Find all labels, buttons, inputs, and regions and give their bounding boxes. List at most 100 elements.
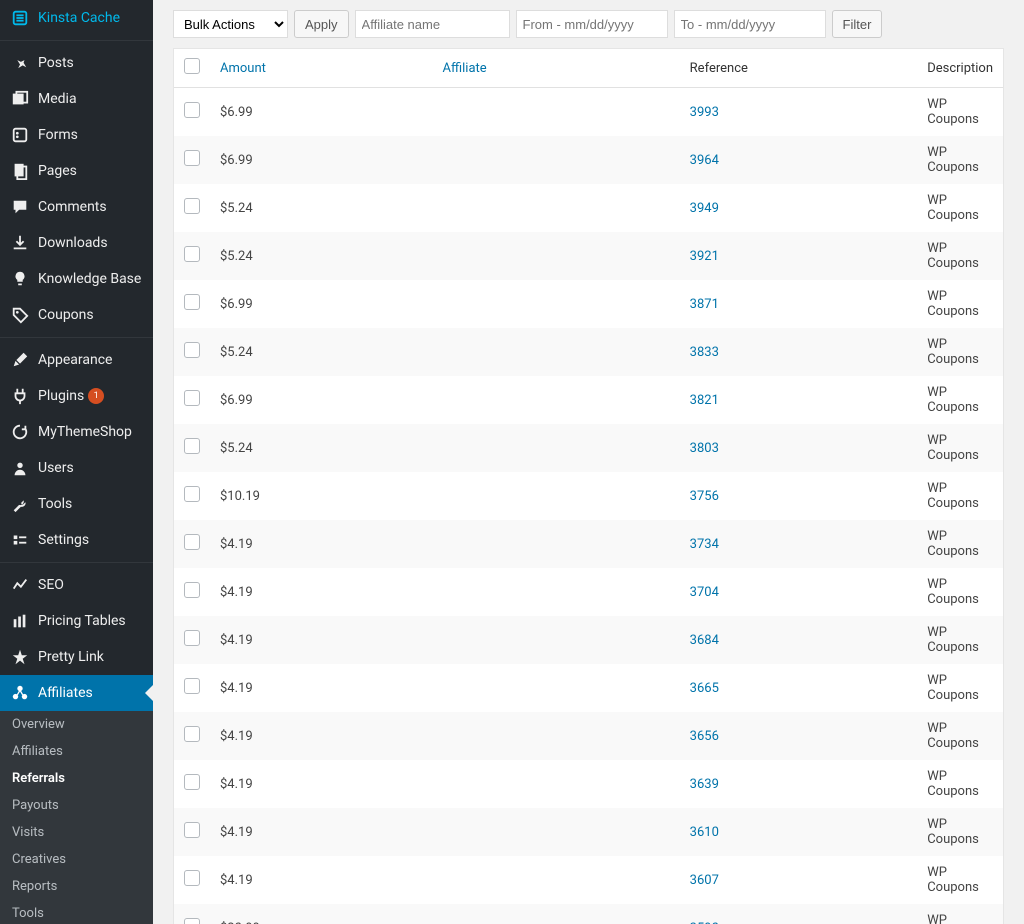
sidebar-item-comments[interactable]: Comments xyxy=(0,189,153,225)
row-checkbox[interactable] xyxy=(184,438,200,454)
row-checkbox[interactable] xyxy=(184,774,200,790)
main-content: Bulk Actions Apply Filter Amount Affilia… xyxy=(153,0,1024,924)
row-checkbox[interactable] xyxy=(184,822,200,838)
settings-icon xyxy=(10,530,30,550)
sidebar-item-label: Users xyxy=(38,460,74,476)
table-row: $6.99 3821 WP Coupons xyxy=(174,376,1003,424)
col-affiliate[interactable]: Affiliate xyxy=(433,49,680,88)
sidebar-item-users[interactable]: Users xyxy=(0,450,153,486)
row-checkbox[interactable] xyxy=(184,390,200,406)
from-date-input[interactable] xyxy=(516,10,668,38)
sidebar-item-appearance[interactable]: Appearance xyxy=(0,342,153,378)
cell-description: WP Coupons xyxy=(917,712,1003,760)
reference-link[interactable]: 3803 xyxy=(690,441,719,456)
cell-amount: $5.24 xyxy=(210,328,433,376)
row-checkbox[interactable] xyxy=(184,918,200,924)
row-checkbox[interactable] xyxy=(184,150,200,166)
submenu-item-tools[interactable]: Tools xyxy=(0,900,153,924)
reference-link[interactable]: 3665 xyxy=(690,681,719,696)
bulk-actions-select[interactable]: Bulk Actions xyxy=(173,10,288,38)
cell-description: WP Coupons xyxy=(917,520,1003,568)
cell-description: WP Coupons xyxy=(917,472,1003,520)
row-checkbox[interactable] xyxy=(184,198,200,214)
reference-link[interactable]: 3704 xyxy=(690,585,719,600)
sidebar-item-mythemeshop[interactable]: MyThemeShop xyxy=(0,414,153,450)
row-checkbox[interactable] xyxy=(184,630,200,646)
cell-affiliate xyxy=(433,376,680,424)
row-checkbox[interactable] xyxy=(184,102,200,118)
submenu-item-affiliates[interactable]: Affiliates xyxy=(0,738,153,765)
reference-link[interactable]: 3607 xyxy=(690,873,719,888)
reference-link[interactable]: 3590 xyxy=(690,921,719,924)
sidebar-item-downloads[interactable]: Downloads xyxy=(0,225,153,261)
reference-link[interactable]: 3656 xyxy=(690,729,719,744)
cell-affiliate xyxy=(433,616,680,664)
row-checkbox[interactable] xyxy=(184,486,200,502)
sidebar-item-pretty-link[interactable]: Pretty Link xyxy=(0,639,153,675)
cell-description: WP Coupons xyxy=(917,184,1003,232)
reference-link[interactable]: 3821 xyxy=(690,393,719,408)
sidebar-item-posts[interactable]: Posts xyxy=(0,45,153,81)
sidebar-item-label: Appearance xyxy=(38,352,112,368)
admin-sidebar: Kinsta Cache PostsMediaFormsPagesComments… xyxy=(0,0,153,924)
submenu-item-payouts[interactable]: Payouts xyxy=(0,792,153,819)
reference-link[interactable]: 3964 xyxy=(690,153,719,168)
sidebar-item-settings[interactable]: Settings xyxy=(0,522,153,558)
sidebar-item-label: Plugins xyxy=(38,388,84,404)
reference-link[interactable]: 3949 xyxy=(690,201,719,216)
cell-description: WP Coupons xyxy=(917,376,1003,424)
reference-link[interactable]: 3871 xyxy=(690,297,719,312)
pricing-icon xyxy=(10,611,30,631)
reference-link[interactable]: 3921 xyxy=(690,249,719,264)
select-all-checkbox[interactable] xyxy=(184,58,200,74)
reference-link[interactable]: 3993 xyxy=(690,105,719,120)
filter-button[interactable]: Filter xyxy=(832,10,883,38)
row-checkbox[interactable] xyxy=(184,342,200,358)
reference-link[interactable]: 3639 xyxy=(690,777,719,792)
sidebar-item-seo[interactable]: SEO xyxy=(0,567,153,603)
cell-amount: $4.19 xyxy=(210,520,433,568)
sidebar-item-affiliates[interactable]: Affiliates xyxy=(0,675,153,711)
cell-description: WP Coupons xyxy=(917,664,1003,712)
sidebar-item-plugins[interactable]: Plugins1 xyxy=(0,378,153,414)
submenu-item-referrals[interactable]: Referrals xyxy=(0,765,153,792)
submenu-item-visits[interactable]: Visits xyxy=(0,819,153,846)
row-checkbox[interactable] xyxy=(184,870,200,886)
sidebar-item-coupons[interactable]: Coupons xyxy=(0,297,153,333)
sidebar-item-label: Settings xyxy=(38,532,89,548)
reference-link[interactable]: 3734 xyxy=(690,537,719,552)
row-checkbox[interactable] xyxy=(184,726,200,742)
sidebar-item-tools[interactable]: Tools xyxy=(0,486,153,522)
cell-description: WP Coupons xyxy=(917,760,1003,808)
sidebar-item-media[interactable]: Media xyxy=(0,81,153,117)
cell-amount: $6.99 xyxy=(210,376,433,424)
table-row: $6.993871WP Coupons xyxy=(174,280,1003,328)
reference-link[interactable]: 3684 xyxy=(690,633,719,648)
submenu-item-overview[interactable]: Overview xyxy=(0,711,153,738)
row-checkbox[interactable] xyxy=(184,582,200,598)
recycle-icon xyxy=(10,422,30,442)
row-checkbox[interactable] xyxy=(184,678,200,694)
reference-link[interactable]: 3756 xyxy=(690,489,719,504)
cell-description: WP Coupons xyxy=(917,88,1003,136)
reference-link[interactable]: 3610 xyxy=(690,825,719,840)
reference-link[interactable]: 3833 xyxy=(690,345,719,360)
sidebar-item-label: Affiliates xyxy=(38,685,93,701)
table-row: $4.193684WP Coupons xyxy=(174,616,1003,664)
row-checkbox[interactable] xyxy=(184,534,200,550)
affiliate-name-input[interactable] xyxy=(355,10,510,38)
sidebar-item-knowledge-base[interactable]: Knowledge Base xyxy=(0,261,153,297)
cell-affiliate xyxy=(433,808,680,856)
submenu-item-creatives[interactable]: Creatives xyxy=(0,846,153,873)
to-date-input[interactable] xyxy=(674,10,826,38)
sidebar-item-forms[interactable]: Forms xyxy=(0,117,153,153)
sidebar-item-kinsta-cache[interactable]: Kinsta Cache xyxy=(0,0,153,36)
sidebar-item-pricing-tables[interactable]: Pricing Tables xyxy=(0,603,153,639)
sidebar-item-pages[interactable]: Pages xyxy=(0,153,153,189)
apply-button[interactable]: Apply xyxy=(294,10,349,38)
col-amount[interactable]: Amount xyxy=(210,49,433,88)
row-checkbox[interactable] xyxy=(184,294,200,310)
cell-amount: $20.99 xyxy=(210,904,433,924)
row-checkbox[interactable] xyxy=(184,246,200,262)
submenu-item-reports[interactable]: Reports xyxy=(0,873,153,900)
